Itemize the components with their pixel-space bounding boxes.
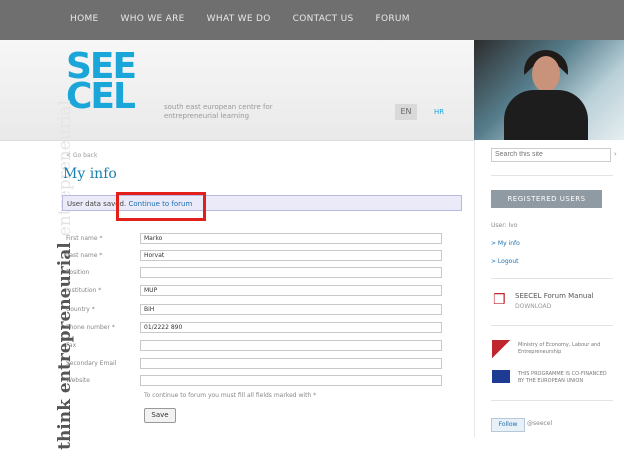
ministry-text: Ministry of Economy, Labour and Entrepre… [518, 342, 601, 355]
nav-forum[interactable]: FORUM [375, 14, 409, 24]
form-row-website: Website [66, 375, 442, 387]
pdf-icon: ❒ [493, 292, 506, 308]
divider [491, 325, 613, 326]
photo-head [532, 56, 560, 92]
logout-link[interactable]: > Logout [491, 253, 520, 271]
eu-flag-icon [492, 370, 510, 383]
manual-title: SEECEL Forum Manual [515, 292, 594, 300]
divider [491, 278, 613, 279]
user-links: User: Ivo > My info > Logout [491, 217, 520, 271]
country-input[interactable] [140, 304, 442, 315]
form-note: To continue to forum you must fill all f… [144, 392, 317, 399]
nav-who-we-are[interactable]: WHO WE ARE [121, 14, 185, 24]
form-row-position: Position [66, 267, 442, 279]
divider [491, 175, 613, 176]
institution-label: Institution * [66, 287, 102, 294]
form-row-phone: Phone number * [66, 322, 442, 334]
twitter-follow-button[interactable]: Follow [491, 418, 525, 432]
phone-label: Phone number * [66, 324, 115, 331]
first-name-input[interactable] [140, 233, 442, 244]
language-current[interactable]: EN [395, 104, 417, 120]
top-nav: HOME WHO WE ARE WHAT WE DO CONTACT US FO… [0, 0, 624, 40]
first-name-label: First name * [66, 235, 103, 242]
highlight-box [116, 192, 206, 221]
fax-input[interactable] [140, 340, 442, 351]
form-row-country: Country * [66, 304, 442, 316]
website-label: Website [66, 377, 90, 384]
my-info-link[interactable]: > My info [491, 235, 520, 253]
form-row-last-name: Last name * [66, 250, 442, 262]
photo-body [504, 90, 588, 140]
croatia-flag-icon [492, 340, 510, 358]
language-other[interactable]: HR [434, 108, 444, 116]
form-row-first-name: First name * [66, 233, 442, 245]
user-greeting: User: Ivo [491, 222, 518, 229]
tagline: south east european centre for entrepren… [164, 103, 273, 120]
nav-contact-us[interactable]: CONTACT US [293, 14, 354, 24]
phone-input[interactable] [140, 322, 442, 333]
form-row-fax: Fax [66, 340, 442, 352]
ministry-logo[interactable]: Ministry of Economy, Labour and Entrepre… [492, 340, 612, 362]
logo-line-2: CEL [66, 76, 136, 117]
position-label: Position [66, 269, 90, 276]
form-row-institution: Institution * [66, 285, 442, 297]
eu-text: THIS PROGRAMME IS CO-FINANCED BY THE EUR… [518, 371, 607, 384]
twitter-handle[interactable]: @seecel [527, 420, 552, 427]
position-input[interactable] [140, 267, 442, 278]
form-row-secondary-email: Secondary Email [66, 358, 442, 370]
divider [491, 400, 613, 401]
institution-input[interactable] [140, 285, 442, 296]
registered-users-heading: REGISTERED USERS [491, 190, 602, 208]
breadcrumb[interactable]: < Go back [66, 152, 97, 159]
header-photo [474, 40, 624, 140]
seecel-logo[interactable]: SEE CEL [66, 49, 137, 117]
secondary-email-label: Secondary Email [66, 360, 117, 367]
forum-manual-download[interactable]: ❒ SEECEL Forum Manual DOWNLOAD [493, 290, 613, 314]
nav-items: HOME WHO WE ARE WHAT WE DO CONTACT US FO… [70, 14, 410, 24]
country-label: Country * [66, 306, 95, 313]
twitter-follow: Follow @seecel [491, 418, 613, 432]
search-go-icon[interactable]: › [614, 150, 617, 158]
last-name-input[interactable] [140, 250, 442, 261]
nav-what-we-do[interactable]: WHAT WE DO [207, 14, 271, 24]
right-column [474, 140, 624, 437]
eu-logo[interactable]: THIS PROGRAMME IS CO-FINANCED BY THE EUR… [492, 370, 612, 386]
save-button[interactable]: Save [144, 408, 176, 423]
manual-subtitle: DOWNLOAD [515, 303, 552, 310]
fax-label: Fax [66, 342, 77, 349]
nav-home[interactable]: HOME [70, 14, 99, 24]
last-name-label: Last name * [66, 252, 103, 259]
secondary-email-input[interactable] [140, 358, 442, 369]
website-input[interactable] [140, 375, 442, 386]
search-input[interactable] [491, 148, 611, 162]
page-title: My info [63, 166, 117, 182]
